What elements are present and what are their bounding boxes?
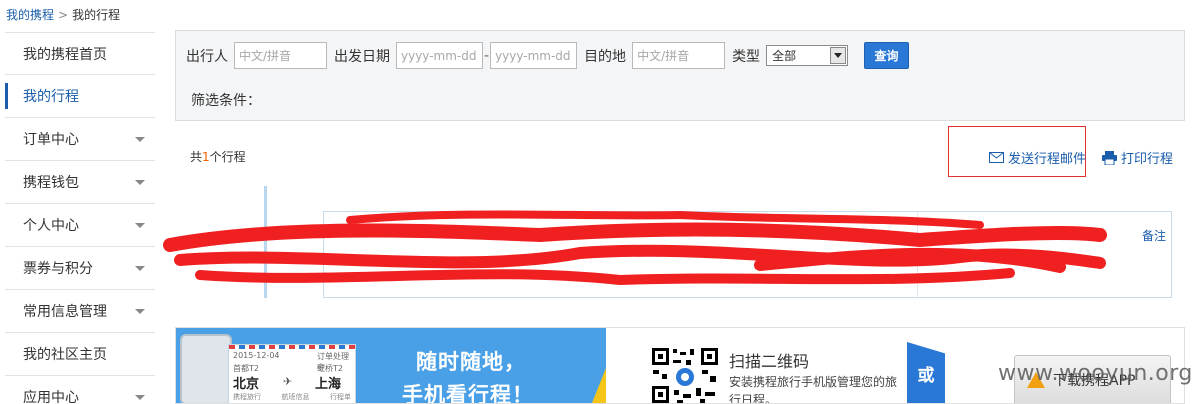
sidebar-item-community-home[interactable]: 我的社区主页 xyxy=(5,333,155,376)
sidebar-item-personal-center[interactable]: 个人中心 xyxy=(5,204,155,247)
sidebar-item-label: 我的行程 xyxy=(23,89,79,105)
ticket-date: 2015-12-04 xyxy=(233,351,280,360)
filter-row: 出行人 出发日期 - 目的地 类型 全部 查询 xyxy=(186,42,910,69)
date-label: 出发日期 xyxy=(334,48,390,65)
sidebar-item-label: 我的携程首页 xyxy=(23,46,107,63)
print-link[interactable]: 打印行程 xyxy=(1102,148,1173,167)
sidebar-item-label: 应用中心 xyxy=(23,390,79,404)
print-label: 打印行程 xyxy=(1121,152,1174,167)
type-select-value: 全部 xyxy=(772,49,797,63)
destination-label: 目的地 xyxy=(584,48,627,65)
watermark: www.wooyun.org xyxy=(998,361,1193,386)
ticket-from-city: 北京 xyxy=(233,377,260,392)
promo-slogan-line1: 随时随地， xyxy=(416,350,526,374)
search-button[interactable]: 查询 xyxy=(864,42,910,69)
chevron-down-icon[interactable] xyxy=(135,395,145,400)
sidebar: 我的携程首页 我的行程 订单中心 携程钱包 个人中心 票券与积分 常用信息管理 … xyxy=(5,32,155,404)
ticket-stripe xyxy=(229,345,355,349)
breadcrumb-home-link[interactable]: 我的携程 xyxy=(6,8,54,22)
sidebar-item-my-trips[interactable]: 我的行程 xyxy=(5,75,155,118)
ticket-footer-item: 航班信息 xyxy=(281,393,310,401)
send-email-link[interactable]: 发送行程邮件 xyxy=(989,148,1086,167)
qr-title: 扫描二维码 xyxy=(729,352,810,371)
sidebar-item-label: 个人中心 xyxy=(23,218,79,234)
breadcrumb-separator: > xyxy=(58,8,69,22)
trip-count-prefix: 共 xyxy=(190,150,203,164)
type-label: 类型 xyxy=(732,48,761,65)
plane-icon: ✈ xyxy=(283,375,293,388)
printer-icon xyxy=(1102,150,1117,165)
trip-count-number: 1 xyxy=(202,150,210,164)
mail-icon xyxy=(989,152,1004,163)
chevron-down-icon[interactable] xyxy=(135,223,145,228)
chevron-down-icon[interactable] xyxy=(135,180,145,185)
or-badge: 或 xyxy=(907,342,945,403)
trip-count-suffix: 个行程 xyxy=(209,150,246,164)
breadcrumb: 我的携程 > 我的行程 xyxy=(6,6,120,23)
date-to-input[interactable] xyxy=(490,42,578,69)
sidebar-item-label: 订单中心 xyxy=(23,132,79,148)
sidebar-item-my-ctrip-home[interactable]: 我的携程首页 xyxy=(5,32,155,75)
date-from-input[interactable] xyxy=(396,42,483,69)
destination-input[interactable] xyxy=(632,42,726,69)
sidebar-item-wallet[interactable]: 携程钱包 xyxy=(5,161,155,204)
ticket-footer-item: 行程单 xyxy=(330,393,351,401)
redaction-scribble xyxy=(163,210,1107,286)
promo-blue-panel: 2015-12-04 订单处理中 首都T2 虹桥T2 北京 ✈ 上海 携程旅行 … xyxy=(176,328,606,404)
sidebar-item-app-center[interactable]: 应用中心 xyxy=(5,376,155,404)
sidebar-item-coupons-points[interactable]: 票券与积分 xyxy=(5,247,155,290)
promo-arrow-decoration xyxy=(590,368,606,403)
remark-link[interactable]: 备注 xyxy=(1142,227,1166,244)
send-email-label: 发送行程邮件 xyxy=(1008,152,1087,167)
traveler-input[interactable] xyxy=(234,42,327,69)
type-select[interactable]: 全部 xyxy=(766,45,849,66)
ticket-footer-item: 携程旅行 xyxy=(233,393,261,401)
date-range-dash: - xyxy=(484,47,490,64)
chevron-down-icon[interactable] xyxy=(830,47,847,64)
sidebar-item-order-center[interactable]: 订单中心 xyxy=(5,118,155,161)
ticket-illustration: 2015-12-04 订单处理中 首都T2 虹桥T2 北京 ✈ 上海 携程旅行 … xyxy=(228,344,356,403)
sidebar-item-label: 常用信息管理 xyxy=(23,304,107,320)
chevron-down-icon[interactable] xyxy=(135,137,145,142)
sidebar-item-label: 携程钱包 xyxy=(23,175,79,191)
trip-count: 共1个行程 xyxy=(190,148,246,165)
chevron-down-icon[interactable] xyxy=(135,266,145,271)
sidebar-item-label: 票券与积分 xyxy=(23,261,93,277)
ticket-footer: 携程旅行 航班信息 行程单 xyxy=(233,392,351,402)
ticket-to-city: 上海 xyxy=(315,377,342,392)
chevron-down-icon[interactable] xyxy=(135,309,145,314)
traveler-label: 出行人 xyxy=(186,48,228,65)
qr-description: 安装携程旅行手机版管理您的旅行日程。 xyxy=(729,375,898,404)
phone-illustration xyxy=(180,334,232,403)
promo-slogan-line2: 手机看行程！ xyxy=(402,383,534,404)
sidebar-item-label: 我的社区主页 xyxy=(23,347,107,363)
filter-panel: 出行人 出发日期 - 目的地 类型 全部 查询 筛选条件： xyxy=(175,30,1185,121)
filter-conditions-label: 筛选条件： xyxy=(191,93,261,109)
breadcrumb-current: 我的行程 xyxy=(72,8,121,22)
sidebar-item-common-info[interactable]: 常用信息管理 xyxy=(5,290,155,333)
qr-code-icon xyxy=(650,346,720,403)
